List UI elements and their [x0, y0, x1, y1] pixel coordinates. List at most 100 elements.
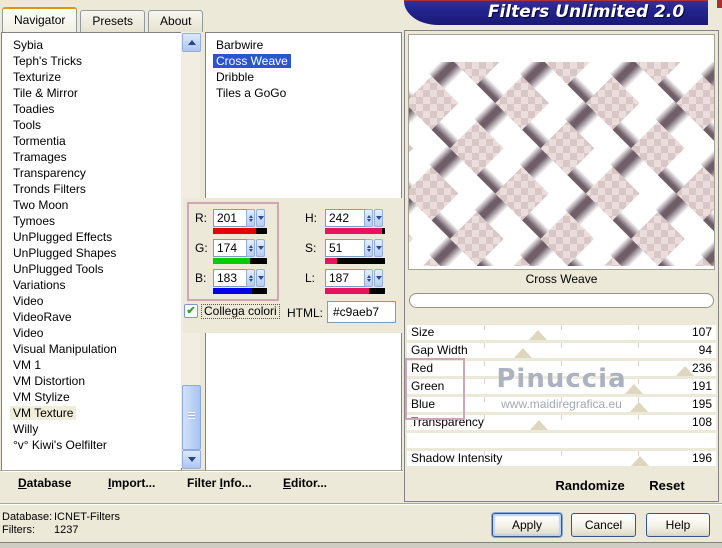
sidebar-item-visual-manipulation[interactable]: Visual Manipulation	[2, 341, 181, 357]
slider-row-transparency[interactable]: Transparency 108	[407, 415, 716, 430]
slider-thumb[interactable]	[629, 402, 648, 412]
schannel-input[interactable]	[325, 239, 366, 257]
sidebar-item-label: Willy	[13, 422, 39, 436]
spinner-dropdown-button[interactable]	[374, 209, 383, 227]
spinner-dropdown-button[interactable]	[374, 269, 383, 287]
sidebar-item-transparency[interactable]: Transparency	[2, 165, 181, 181]
sidebar-item-variations[interactable]: Variations	[2, 277, 181, 293]
toolbar-import[interactable]: Import...	[108, 476, 155, 490]
slider-thumb[interactable]	[676, 366, 695, 376]
lchannel-bar	[325, 288, 385, 294]
sidebar-item-tramages[interactable]: Tramages	[2, 149, 181, 165]
button-apply[interactable]: Apply	[492, 513, 562, 537]
sidebar-item-sybia[interactable]: Sybia	[2, 37, 181, 53]
gchannel-bar	[213, 258, 267, 264]
slider-row-green[interactable]: Green 191	[407, 379, 716, 394]
scroll-up-button[interactable]	[182, 33, 201, 52]
sidebar-item-unplugged-shapes[interactable]: UnPlugged Shapes	[2, 245, 181, 261]
spinner-up-down-button[interactable]	[364, 239, 373, 257]
filters-unlimited-dialog: Filters Unlimited 2.0 Navigator Presets Ab…	[0, 0, 722, 548]
slider-thumb[interactable]	[630, 456, 649, 466]
category-list: Sybia Teph's Tricks Texturize Tile & Mirror…	[1, 32, 182, 472]
chevron-down-icon	[257, 276, 264, 280]
selected-filter-name: Cross Weave	[525, 272, 598, 286]
bchannel-input[interactable]	[213, 269, 248, 287]
sidebar-item-label: Tools	[13, 118, 42, 132]
scrollbar-thumb[interactable]	[182, 385, 201, 450]
spinner-dropdown-button[interactable]	[374, 239, 383, 257]
sidebar-item-unplugged-effects[interactable]: UnPlugged Effects	[2, 229, 181, 245]
lchannel-input[interactable]	[325, 269, 366, 287]
scroll-down-button[interactable]	[182, 450, 201, 469]
gchannel-input[interactable]	[213, 239, 248, 257]
tab-about[interactable]: About	[148, 10, 204, 32]
spinner-down-icon	[366, 218, 371, 222]
randomize-button[interactable]: Randomize	[535, 478, 645, 493]
spinner-up-down-button[interactable]	[364, 209, 373, 227]
sidebar-item-label: Variations	[13, 278, 66, 292]
sidebar-item-vm-distortion[interactable]: VM Distortion	[2, 373, 181, 389]
link-colors-label[interactable]: Collega colori	[201, 304, 280, 319]
toolbar-database[interactable]: Database	[18, 476, 71, 490]
slider-row-shadow-intensity[interactable]: Shadow Intensity 196	[407, 451, 716, 466]
hchannel-input[interactable]	[325, 209, 366, 227]
button-help[interactable]: Help	[646, 513, 710, 537]
sidebar-item-tormentia[interactable]: Tormentia	[2, 133, 181, 149]
spinner-up-down-button[interactable]	[246, 269, 255, 287]
slider-row-gap-width[interactable]: Gap Width 94	[407, 343, 716, 358]
toolbar-filter-info[interactable]: Filter Info...	[187, 476, 252, 490]
filter-item-tiles-a-gogo[interactable]: Tiles a GoGo	[206, 85, 401, 101]
filter-item-cross-weave[interactable]: Cross Weave	[206, 53, 401, 69]
schannel-spinner	[363, 239, 383, 257]
sidebar-item-tools[interactable]: Tools	[2, 117, 181, 133]
spinner-down-icon	[366, 278, 371, 282]
sidebar-item-texturize[interactable]: Texturize	[2, 69, 181, 85]
slider-thumb[interactable]	[624, 384, 643, 394]
slider-row-blue[interactable]: Blue 195	[407, 397, 716, 412]
spinner-dropdown-button[interactable]	[256, 209, 265, 227]
hchannel-spinner	[363, 209, 383, 227]
rchannel-input[interactable]	[213, 209, 248, 227]
sidebar-item-toadies[interactable]: Toadies	[2, 101, 181, 117]
filter-item-barbwire[interactable]: Barbwire	[206, 37, 401, 53]
sidebar-item-video[interactable]: Video	[2, 293, 181, 309]
slider-thumb[interactable]	[529, 330, 548, 340]
slider-thumb[interactable]	[530, 420, 549, 430]
slider-value: 196	[691, 451, 712, 465]
sidebar-item-tile-mirror[interactable]: Tile & Mirror	[2, 85, 181, 101]
slider-row-size[interactable]: Size 107	[407, 325, 716, 340]
sidebar-item-willy[interactable]: Willy	[2, 421, 181, 437]
button-cancel[interactable]: Cancel	[571, 513, 636, 537]
slider-row-red[interactable]: Red 236	[407, 361, 716, 376]
spinner-up-down-button[interactable]	[246, 239, 255, 257]
spinner-dropdown-button[interactable]	[256, 269, 265, 287]
html-color-input[interactable]	[327, 301, 396, 323]
sidebar-item-video[interactable]: Video	[2, 325, 181, 341]
sidebar-item-tronds-filters[interactable]: Tronds Filters	[2, 181, 181, 197]
sidebar-item-vm-1[interactable]: VM 1	[2, 357, 181, 373]
toolbar-editor[interactable]: Editor...	[283, 476, 327, 490]
filter-item-label: Barbwire	[216, 38, 264, 52]
tab-navigator[interactable]: Navigator	[2, 7, 78, 32]
sidebar-item-unplugged-tools[interactable]: UnPlugged Tools	[2, 261, 181, 277]
link-colors-checkbox[interactable]: ✔	[184, 304, 198, 318]
sidebar-item-label: Tymoes	[13, 214, 56, 228]
sidebar-item-two-moon[interactable]: Two Moon	[2, 197, 181, 213]
spinner-up-icon	[366, 214, 371, 218]
sidebar-item-vm-stylize[interactable]: VM Stylize	[2, 389, 181, 405]
tab-presets[interactable]: Presets	[80, 10, 146, 32]
sidebar-item-tymoes[interactable]: Tymoes	[2, 213, 181, 229]
spinner-dropdown-button[interactable]	[256, 239, 265, 257]
spinner-up-down-button[interactable]	[364, 269, 373, 287]
sidebar-item-vm-texture[interactable]: VM Texture	[2, 405, 181, 421]
slider-thumb[interactable]	[514, 348, 533, 358]
sidebar-item-teph-s-tricks[interactable]: Teph's Tricks	[2, 53, 181, 69]
spinner-up-down-button[interactable]	[246, 209, 255, 227]
slider-value: 108	[691, 415, 712, 429]
sidebar-item-videorave[interactable]: VideoRave	[2, 309, 181, 325]
schannel-label: S:	[305, 241, 317, 255]
filter-item-dribble[interactable]: Dribble	[206, 69, 401, 85]
hchannel-bar	[325, 228, 385, 234]
sidebar-item-v-kiwi-s-oelfilter[interactable]: °v° Kiwi's Oelfilter	[2, 437, 181, 453]
reset-button[interactable]: Reset	[637, 478, 697, 493]
